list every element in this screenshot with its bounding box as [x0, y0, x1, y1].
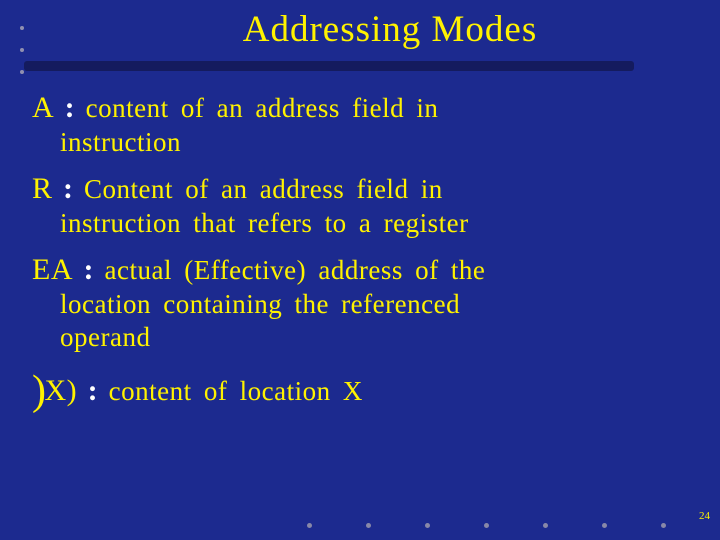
title-underline [24, 61, 634, 71]
definition-item: A : content of an address field in instr… [32, 91, 690, 158]
slide-content: A : content of an address field in instr… [0, 51, 720, 415]
colon: : [88, 374, 99, 407]
slide-title: Addressing Modes [0, 0, 720, 51]
definition-item: EA : actual (Effective) address of the l… [32, 253, 690, 353]
definition-text-cont: instruction that refers to a register [32, 208, 690, 239]
definition-text-cont: instruction [32, 127, 690, 158]
term-label: EA [32, 253, 73, 286]
definition-text-cont: operand [32, 322, 690, 353]
definition-text: Content of an address field in [84, 174, 443, 204]
definition-text: content of location X [109, 376, 363, 406]
term-label: A [32, 91, 54, 124]
colon: : [65, 91, 76, 124]
decorative-dots-left [20, 8, 24, 92]
definition-text: content of an address field in [86, 93, 439, 123]
term-label: R [32, 172, 53, 205]
colon: : [63, 172, 74, 205]
decorative-dots-bottom [280, 523, 693, 528]
term-label: X) [45, 374, 78, 407]
definition-item: R : Content of an address field in instr… [32, 172, 690, 239]
definition-text: actual (Effective) address of the [105, 255, 486, 285]
definition-item: )X) : content of location X [32, 367, 690, 415]
colon: : [84, 253, 95, 286]
page-number: 24 [699, 510, 710, 522]
definition-text-cont: location containing the referenced [32, 289, 690, 320]
